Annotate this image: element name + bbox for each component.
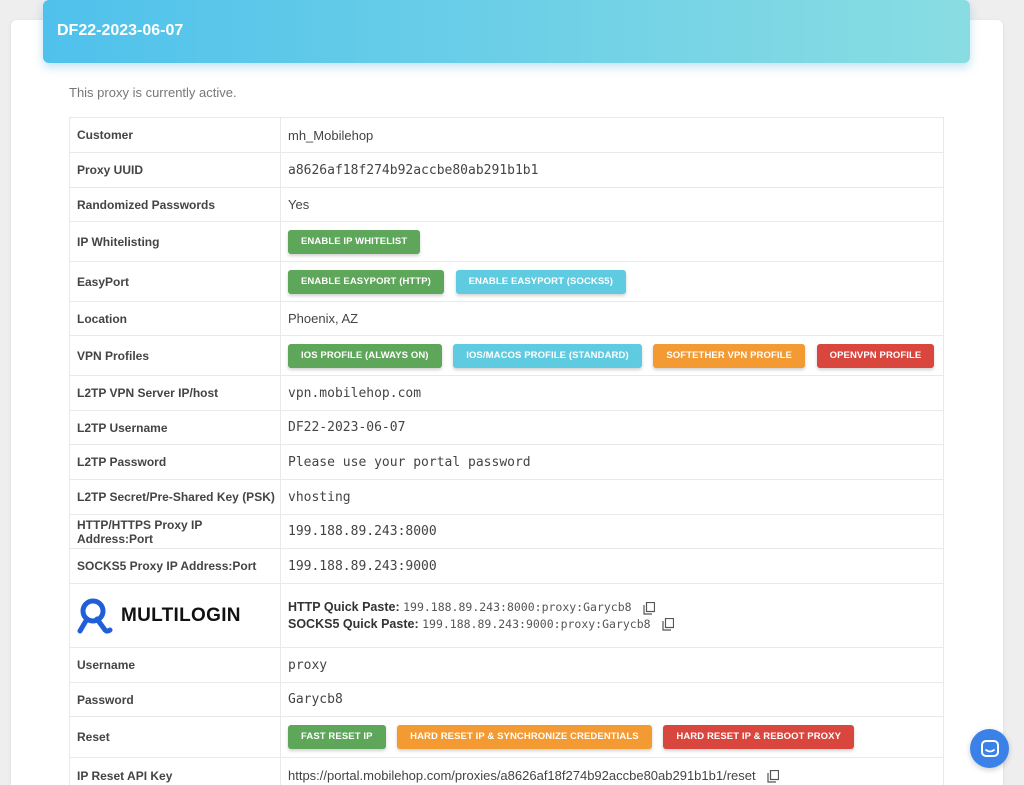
row-label: HTTP/HTTPS Proxy IP Address:Port <box>69 514 281 549</box>
enable-ip-whitelist-button[interactable]: ENABLE IP WHITELIST <box>288 229 421 254</box>
page-title: DF22-2023-06-07 <box>57 22 184 39</box>
copy-icon[interactable] <box>662 617 675 631</box>
hard-reset-sync-credentials-button[interactable]: HARD RESET IP & SYNCHRONIZE CREDENTIALS <box>397 725 652 749</box>
card-header: DF22-2023-06-07 <box>43 0 970 63</box>
table-row: Randomized Passwords Yes <box>69 187 944 222</box>
http-quick-paste-value: 199.188.89.243:8000:proxy:Garycb8 <box>403 600 632 615</box>
ios-profile-always-on-button[interactable]: IOS PROFILE (ALWAYS ON) <box>288 343 442 368</box>
table-row: IP Whitelisting ENABLE IP WHITELIST <box>69 221 944 262</box>
table-row: L2TP Password Please use your portal pas… <box>69 444 944 480</box>
table-row: SOCKS5 Proxy IP Address:Port 199.188.89.… <box>69 548 944 584</box>
table-row: Proxy UUID a8626af18f274b92accbe80ab291b… <box>69 152 944 188</box>
socks5-quick-paste: SOCKS5 Quick Paste: 199.188.89.243:9000:… <box>288 617 943 631</box>
fast-reset-ip-button[interactable]: FAST RESET IP <box>288 725 386 749</box>
table-row: VPN Profiles IOS PROFILE (ALWAYS ON) IOS… <box>69 335 944 376</box>
http-quick-paste-label: HTTP Quick Paste: <box>288 600 400 615</box>
multilogin-logo-text: MULTILOGIN <box>121 604 241 626</box>
password-value: Garycb8 <box>280 682 944 717</box>
copy-icon[interactable] <box>767 770 780 783</box>
table-row: Reset FAST RESET IP HARD RESET IP & SYNC… <box>69 716 944 758</box>
multilogin-logo: MULTILOGIN <box>77 597 280 635</box>
table-row: MULTILOGIN HTTP Quick Paste: 199.188.89.… <box>69 583 944 648</box>
socks5-proxy-value: 199.188.89.243:9000 <box>280 548 944 584</box>
row-label: EasyPort <box>69 261 281 302</box>
enable-easyport-http-button[interactable]: ENABLE EASYPORT (HTTP) <box>288 269 444 294</box>
table-row: L2TP Secret/Pre-Shared Key (PSK) vhostin… <box>69 479 944 515</box>
row-label: L2TP Secret/Pre-Shared Key (PSK) <box>69 479 281 515</box>
table-row: EasyPort ENABLE EASYPORT (HTTP) ENABLE E… <box>69 261 944 302</box>
row-label: L2TP Username <box>69 410 281 445</box>
multilogin-logo-icon <box>77 598 113 633</box>
table-row: Customer mh_Mobilehop <box>69 117 944 153</box>
l2tp-psk-value: vhosting <box>280 479 944 515</box>
http-proxy-value: 199.188.89.243:8000 <box>280 514 944 549</box>
table-row: Username proxy <box>69 647 944 683</box>
row-label: Location <box>69 301 281 336</box>
proxy-details-table: Customer mh_Mobilehop Proxy UUID a8626af… <box>69 117 944 785</box>
row-label: IP Whitelisting <box>69 221 281 262</box>
table-row: HTTP/HTTPS Proxy IP Address:Port 199.188… <box>69 514 944 549</box>
hard-reset-reboot-proxy-button[interactable]: HARD RESET IP & REBOOT PROXY <box>663 725 855 749</box>
row-label: Randomized Passwords <box>69 187 281 222</box>
row-label: SOCKS5 Proxy IP Address:Port <box>69 548 281 584</box>
row-label: VPN Profiles <box>69 335 281 376</box>
row-label: Password <box>69 682 281 717</box>
row-label: IP Reset API Key <box>69 757 281 785</box>
l2tp-host-value: vpn.mobilehop.com <box>280 375 944 411</box>
ios-macos-profile-standard-button[interactable]: IOS/MACOS PROFILE (STANDARD) <box>453 343 642 368</box>
enable-easyport-socks5-button[interactable]: ENABLE EASYPORT (SOCKS5) <box>455 269 626 294</box>
row-label: L2TP Password <box>69 444 281 480</box>
status-text: This proxy is currently active. <box>69 85 237 100</box>
uuid-value: a8626af18f274b92accbe80ab291b1b1 <box>280 152 944 188</box>
row-label: Proxy UUID <box>69 152 281 188</box>
l2tp-username-value: DF22-2023-06-07 <box>280 410 944 445</box>
table-row: L2TP VPN Server IP/host vpn.mobilehop.co… <box>69 375 944 411</box>
customer-value: mh_Mobilehop <box>280 117 944 153</box>
randomized-value: Yes <box>280 187 944 222</box>
softether-vpn-profile-button[interactable]: SOFTETHER VPN PROFILE <box>653 343 805 368</box>
row-label: Username <box>69 647 281 683</box>
chat-icon <box>980 739 999 757</box>
table-row: IP Reset API Key https://portal.mobileho… <box>69 757 944 785</box>
row-label: Customer <box>69 117 281 153</box>
copy-icon[interactable] <box>643 601 656 615</box>
socks5-quick-paste-label: SOCKS5 Quick Paste: <box>288 616 419 631</box>
socks5-quick-paste-value: 199.188.89.243:9000:proxy:Garycb8 <box>422 616 651 631</box>
openvpn-profile-button[interactable]: OPENVPN PROFILE <box>816 343 935 368</box>
table-row: Password Garycb8 <box>69 682 944 717</box>
http-quick-paste: HTTP Quick Paste: 199.188.89.243:8000:pr… <box>288 600 943 614</box>
location-value: Phoenix, AZ <box>280 301 944 336</box>
l2tp-password-value: Please use your portal password <box>280 444 944 480</box>
table-row: L2TP Username DF22-2023-06-07 <box>69 410 944 445</box>
username-value: proxy <box>280 647 944 683</box>
row-label: L2TP VPN Server IP/host <box>69 375 281 411</box>
table-row: Location Phoenix, AZ <box>69 301 944 336</box>
api-key-value: https://portal.mobilehop.com/proxies/a86… <box>288 767 756 783</box>
row-label: Reset <box>69 716 281 758</box>
chat-button[interactable] <box>970 729 1009 768</box>
